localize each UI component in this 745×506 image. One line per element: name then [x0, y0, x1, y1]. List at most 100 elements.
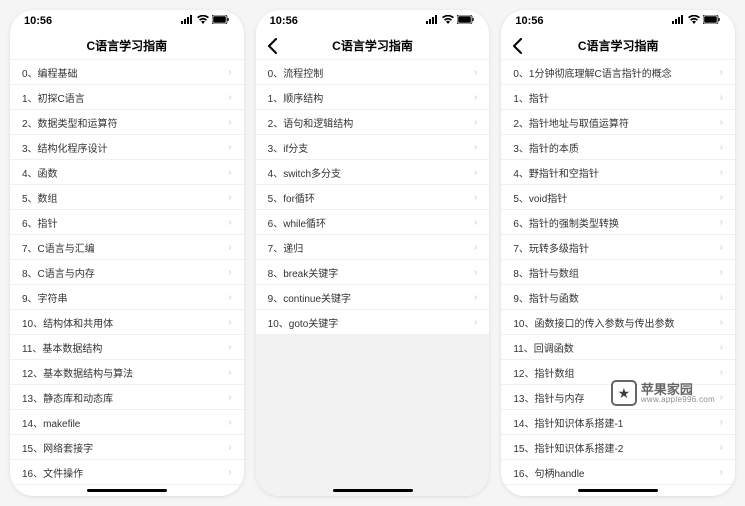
list-item[interactable]: 3、结构化程序设计› [10, 135, 244, 160]
list-item[interactable]: 15、指针知识体系搭建-2› [501, 435, 735, 460]
list-item[interactable]: 12、基本数据结构与算法› [10, 360, 244, 385]
list-item[interactable]: 16、文件操作› [10, 460, 244, 485]
list-item[interactable]: 5、for循环› [256, 185, 490, 210]
list-item-label: 3、指针的本质 [513, 140, 579, 155]
list-item[interactable]: 6、指针的强制类型转换› [501, 210, 735, 235]
list-item[interactable]: 5、void指针› [501, 185, 735, 210]
chevron-right-icon: › [228, 217, 231, 228]
list-item-label: 15、网络套接字 [22, 440, 93, 455]
list-item[interactable]: 11、基本数据结构› [10, 335, 244, 360]
list-item-label: 5、void指针 [513, 190, 567, 205]
list-item[interactable]: 10、goto关键字 › [256, 310, 490, 335]
list-item[interactable]: 9、continue关键字 › [256, 285, 490, 310]
back-button[interactable] [264, 38, 280, 54]
chevron-right-icon: › [228, 242, 231, 253]
status-icons [672, 15, 721, 27]
list-item[interactable]: 10、结构体和共用体› [10, 310, 244, 335]
list-item[interactable]: 7、C语言与汇编 › [10, 235, 244, 260]
list-item[interactable]: 14、makefile› [10, 410, 244, 435]
status-time: 10:56 [515, 15, 543, 27]
chevron-right-icon: › [474, 92, 477, 103]
chevron-right-icon: › [474, 317, 477, 328]
chevron-right-icon: › [720, 92, 723, 103]
nav-bar: C语言学习指南 [501, 32, 735, 60]
list-item[interactable]: 7、递归 › [256, 235, 490, 260]
list-item[interactable]: 15、网络套接字› [10, 435, 244, 460]
list-item[interactable]: 4、野指针和空指针› [501, 160, 735, 185]
list-item[interactable]: 16、句柄handle› [501, 460, 735, 485]
list-item-label: 12、基本数据结构与算法 [22, 365, 133, 380]
list-item[interactable]: 12、指针数组› [501, 360, 735, 385]
chevron-right-icon: › [720, 317, 723, 328]
list-item[interactable]: 1、顺序结构› [256, 85, 490, 110]
list-item[interactable]: 2、数据类型和运算符› [10, 110, 244, 135]
chevron-right-icon: › [228, 267, 231, 278]
list-item[interactable]: 13、静态库和动态库› [10, 385, 244, 410]
chevron-right-icon: › [228, 417, 231, 428]
list-item[interactable]: 14、指针知识体系搭建-1 › [501, 410, 735, 435]
chevron-right-icon: › [474, 167, 477, 178]
list-item-label: 11、回调函数 [513, 340, 573, 355]
list-item-label: 10、函数接口的传入参数与传出参数 [513, 315, 674, 330]
list-item-label: 8、C语言与内存 [22, 265, 95, 280]
list-item-label: 6、while循环 [268, 215, 326, 230]
chevron-right-icon: › [720, 292, 723, 303]
chevron-right-icon: › [720, 342, 723, 353]
chevron-right-icon: › [720, 467, 723, 478]
list-item[interactable]: 10、函数接口的传入参数与传出参数 › [501, 310, 735, 335]
list-item-label: 10、goto关键字 [268, 315, 339, 330]
list-item[interactable]: 8、break关键字› [256, 260, 490, 285]
list-item[interactable]: 5、数组› [10, 185, 244, 210]
list-item[interactable]: 2、语句和逻辑结构 › [256, 110, 490, 135]
chevron-right-icon: › [228, 67, 231, 78]
list-item-label: 12、指针数组 [513, 365, 574, 380]
list-item[interactable]: 3、if分支› [256, 135, 490, 160]
chevron-right-icon: › [474, 117, 477, 128]
list-item[interactable]: 7、玩转多级指针› [501, 235, 735, 260]
list-item-label: 6、指针的强制类型转换 [513, 215, 619, 230]
list-item[interactable]: 0、编程基础› [10, 60, 244, 85]
list-item[interactable]: 9、指针与函数 › [501, 285, 735, 310]
chevron-right-icon: › [228, 342, 231, 353]
list-item[interactable]: 1、初探C语言› [10, 85, 244, 110]
list-item[interactable]: 8、指针与数组› [501, 260, 735, 285]
list-item-label: 14、指针知识体系搭建-1 [513, 415, 623, 430]
chevron-right-icon: › [474, 242, 477, 253]
list-item[interactable]: 0、流程控制› [256, 60, 490, 85]
list-item-label: 6、指针 [22, 215, 58, 230]
list-item-label: 9、continue关键字 [268, 290, 351, 305]
list-item-label: 2、数据类型和运算符 [22, 115, 118, 130]
home-indicator [578, 489, 658, 492]
empty-area [256, 335, 490, 496]
list-item[interactable]: 3、指针的本质› [501, 135, 735, 160]
list-item[interactable]: 6、while循环› [256, 210, 490, 235]
list-item-label: 7、递归 [268, 240, 304, 255]
list-item[interactable]: 6、指针 › [10, 210, 244, 235]
list-item[interactable]: 2、指针地址与取值运算符› [501, 110, 735, 135]
list-item[interactable]: 4、switch多分支› [256, 160, 490, 185]
status-time: 10:56 [24, 15, 52, 27]
list-item-label: 9、指针与函数 [513, 290, 579, 305]
nav-bar: C语言学习指南 [256, 32, 490, 60]
status-time: 10:56 [270, 15, 298, 27]
list-item[interactable]: 1、指针› [501, 85, 735, 110]
battery-icon [703, 15, 721, 27]
status-bar: 10:56 [501, 10, 735, 32]
list-item[interactable]: 8、C语言与内存 › [10, 260, 244, 285]
phone-screen-3: 10:56 C语言学习指南 0、1分钟彻底理解C语言指针的概念›1、指针›2、指… [501, 10, 735, 496]
list-item-label: 7、C语言与汇编 [22, 240, 95, 255]
list-item[interactable]: 0、1分钟彻底理解C语言指针的概念› [501, 60, 735, 85]
chevron-right-icon: › [720, 417, 723, 428]
list-item[interactable]: 13、指针与内存› [501, 385, 735, 410]
list-item[interactable]: 4、函数› [10, 160, 244, 185]
list-item-label: 2、语句和逻辑结构 [268, 115, 354, 130]
chevron-right-icon: › [474, 67, 477, 78]
chevron-right-icon: › [474, 292, 477, 303]
list-item-label: 4、野指针和空指针 [513, 165, 599, 180]
back-button[interactable] [509, 38, 525, 54]
list-item[interactable]: 9、字符串› [10, 285, 244, 310]
list-item[interactable]: 11、回调函数 › [501, 335, 735, 360]
page-title: C语言学习指南 [87, 37, 168, 54]
list-item-label: 9、字符串 [22, 290, 68, 305]
list-item-label: 13、静态库和动态库 [22, 390, 113, 405]
